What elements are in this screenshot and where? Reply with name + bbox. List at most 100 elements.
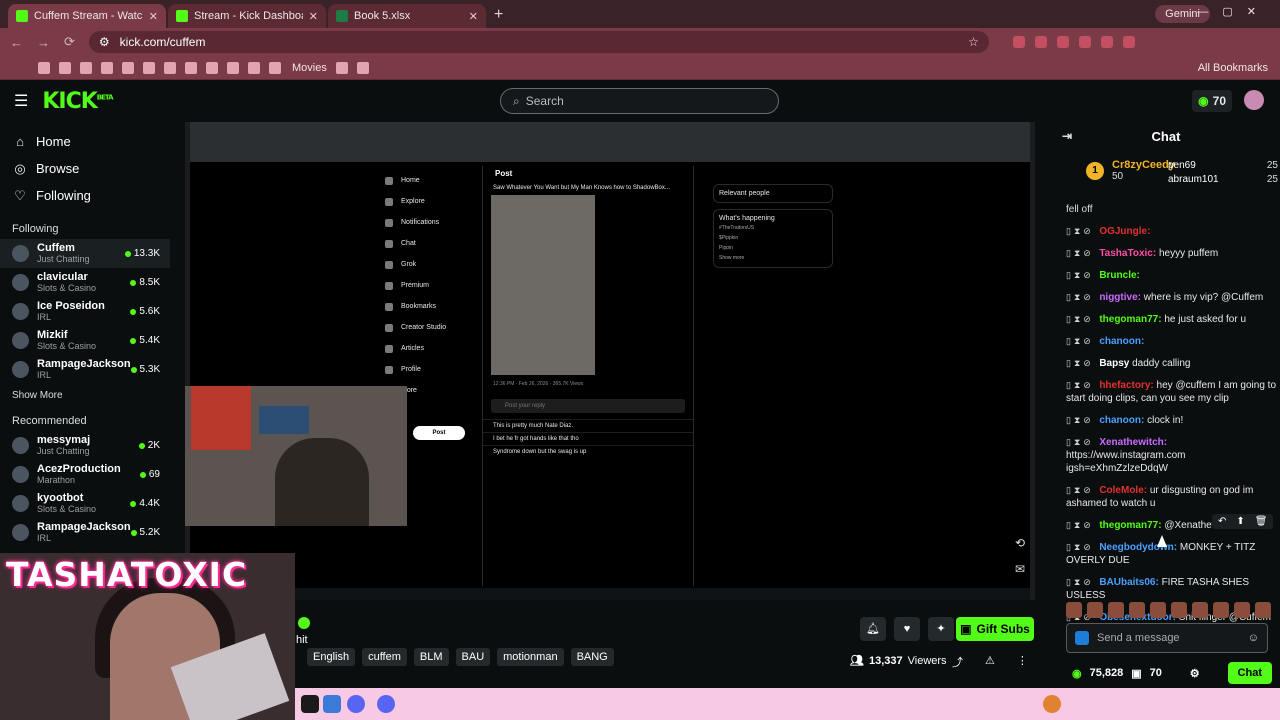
notifications-bell-icon[interactable]: 🔔︎: [860, 617, 886, 641]
chat-send-button[interactable]: Chat: [1227, 662, 1272, 684]
sidebar-item-home[interactable]: ⌂ Home: [0, 128, 170, 155]
channel-item[interactable]: AcezProduction Marathon 69: [0, 460, 170, 489]
bookmark-icon[interactable]: [80, 61, 92, 74]
bookmark-icon[interactable]: [248, 61, 260, 74]
chat-message[interactable]: ▯⧗⊘ TashaToxic: heyyy puffem: [1066, 247, 1278, 260]
bookmark-icon[interactable]: [227, 61, 239, 74]
report-icon[interactable]: ⚠: [985, 654, 995, 670]
sparkle-icon[interactable]: ✦: [928, 617, 954, 641]
chat-message[interactable]: ▯⧗⊘ niggtive: where is my vip? @Cuffem: [1066, 291, 1278, 304]
emote-icon[interactable]: [1234, 602, 1250, 618]
emote-icon[interactable]: [1066, 602, 1082, 618]
moderation-icons[interactable]: ▯⧗⊘: [1066, 358, 1099, 368]
chat-username[interactable]: TashaToxic:: [1099, 248, 1156, 259]
browser-tab-kick-dashboard[interactable]: Stream - Kick Dashboard ✕: [168, 4, 326, 28]
chat-message[interactable]: ▯⧗⊘ Neegbodydown: MONKEY + TITZ OVERLY D…: [1066, 541, 1278, 567]
emote-icon[interactable]: [1171, 602, 1187, 618]
chat-username[interactable]: ColeMole:: [1099, 485, 1147, 496]
bookmark-movies[interactable]: Movies: [292, 62, 327, 74]
forward-arrow-icon[interactable]: →: [37, 35, 50, 50]
chat-username[interactable]: Xenathewitch:: [1099, 437, 1167, 448]
reload-icon[interactable]: ⟳: [64, 34, 75, 50]
chat-message[interactable]: ▯⧗⊘ OGJungle:: [1066, 225, 1278, 238]
chat-message-input[interactable]: Send a message ☺: [1066, 623, 1268, 653]
chat-username[interactable]: niggtive:: [1099, 292, 1141, 303]
tag[interactable]: cuffem: [362, 648, 407, 666]
chat-message[interactable]: ▯⧗⊘ Xenathewitch: https://www.instagram.…: [1066, 436, 1278, 475]
channel-item[interactable]: messymaj Just Chatting 2K: [0, 431, 170, 460]
points-value[interactable]: 75,828: [1090, 667, 1124, 679]
sidebar-item-following[interactable]: ♡ Following: [0, 182, 170, 209]
channel-item[interactable]: RampageJackson IRL 5.3K: [0, 355, 170, 384]
tab-close-icon[interactable]: ✕: [469, 10, 478, 23]
kick-logo[interactable]: KICKBETA: [42, 89, 113, 114]
tab-close-icon[interactable]: ✕: [309, 10, 318, 23]
chat-username[interactable]: chanoon:: [1099, 336, 1144, 347]
gift-subs-button[interactable]: ▣ Gift Subs: [956, 617, 1034, 641]
taskbar-app-icon[interactable]: [323, 695, 341, 713]
browser-tab-kick-stream[interactable]: Cuffem Stream - Watch Live ✕: [8, 4, 166, 28]
moderation-icons[interactable]: ▯⧗⊘: [1066, 577, 1099, 587]
show-more-link[interactable]: Show More: [0, 390, 170, 401]
extension-icon[interactable]: [1100, 36, 1113, 48]
youtube-bookmark-icon[interactable]: [269, 61, 281, 74]
channel-item[interactable]: Cuffem Just Chatting 13.3K: [0, 239, 170, 268]
taskbar-app-icon[interactable]: [301, 695, 319, 713]
moderation-icons[interactable]: ▯⧗⊘: [1066, 415, 1099, 425]
moderation-icons[interactable]: ▯⧗⊘: [1066, 542, 1099, 552]
channel-item[interactable]: Mizkif Slots & Casino 5.4K: [0, 326, 170, 355]
channel-item[interactable]: RampageJackson IRL 5.2K: [0, 518, 170, 547]
bookmark-star-icon[interactable]: ☆: [968, 35, 979, 49]
bookmark-icon[interactable]: [356, 61, 369, 74]
discord-icon[interactable]: [347, 695, 365, 713]
search-input[interactable]: ⌕ Search: [500, 88, 779, 114]
bookmark-icon[interactable]: [335, 61, 348, 74]
more-icon[interactable]: ⋮: [1017, 654, 1028, 670]
moderation-icons[interactable]: ▯⧗⊘: [1066, 520, 1099, 530]
video-player[interactable]: Home Explore Notifications Chat Grok Pre…: [185, 122, 1035, 600]
delete-icon[interactable]: 🗑︎: [1255, 516, 1268, 527]
moderation-icons[interactable]: ▯⧗⊘: [1066, 485, 1099, 495]
tab-close-icon[interactable]: ✕: [149, 10, 158, 23]
chat-message[interactable]: ▯⧗⊘ ColeMole: ur disgusting on god im as…: [1066, 484, 1278, 510]
back-arrow-icon[interactable]: ←: [10, 35, 23, 50]
follow-heart-icon[interactable]: ♥: [894, 617, 920, 641]
tag[interactable]: BAU: [455, 648, 491, 666]
address-bar[interactable]: ⚙ kick.com/cuffem ☆: [88, 31, 989, 53]
emote-icon[interactable]: [1255, 602, 1271, 618]
bookmark-icon[interactable]: [206, 61, 218, 74]
extension-icon[interactable]: [1056, 36, 1069, 48]
kicks-balance[interactable]: ◉ 70: [1192, 90, 1232, 112]
chat-message[interactable]: ▯⧗⊘ chanoon: clock in!: [1066, 414, 1278, 427]
channel-item[interactable]: kyootbot Slots & Casino 4.4K: [0, 489, 170, 518]
chat-message[interactable]: ▯⧗⊘ BAUbaits06: FIRE TASHA SHES USLESS: [1066, 576, 1278, 602]
tag[interactable]: motionman: [497, 648, 564, 666]
bookmark-icon[interactable]: [185, 61, 197, 74]
moderation-icons[interactable]: ▯⧗⊘: [1066, 270, 1099, 280]
bookmark-icon[interactable]: [143, 61, 155, 74]
moderation-icons[interactable]: ▯⧗⊘: [1066, 248, 1099, 258]
emote-icon[interactable]: [1108, 602, 1124, 618]
bookmark-icon[interactable]: [164, 61, 176, 74]
chat-username[interactable]: thegoman77:: [1099, 314, 1161, 325]
discord-icon[interactable]: [377, 695, 395, 713]
reply-icon[interactable]: ↶: [1218, 516, 1226, 527]
channel-item[interactable]: clavicular Slots & Casino 8.5K: [0, 268, 170, 297]
emote-icon[interactable]: [1192, 602, 1208, 618]
leader-name[interactable]: Cr8zyCeedy: [1112, 159, 1175, 171]
emote-icon[interactable]: [1150, 602, 1166, 618]
emote-icon[interactable]: [1129, 602, 1145, 618]
browser-tab-book[interactable]: Book 5.xlsx ✕: [328, 4, 486, 28]
emoji-icon[interactable]: ☺: [1248, 632, 1259, 644]
moderation-icons[interactable]: ▯⧗⊘: [1066, 380, 1099, 390]
chat-message[interactable]: ▯⧗⊘ Bapsy daddy calling: [1066, 357, 1278, 370]
moderation-icons[interactable]: ▯⧗⊘: [1066, 226, 1099, 236]
bookmark-icon[interactable]: [59, 61, 71, 74]
channel-item[interactable]: Ice Poseidon IRL 5.6K: [0, 297, 170, 326]
gifts-value[interactable]: 70: [1150, 667, 1162, 679]
emote-icon[interactable]: [1213, 602, 1229, 618]
extension-icon[interactable]: [1034, 36, 1047, 48]
tag[interactable]: BLM: [413, 648, 449, 666]
clip-icon[interactable]: ⟲: [1015, 536, 1025, 550]
hamburger-menu-icon[interactable]: ☰: [14, 91, 28, 111]
